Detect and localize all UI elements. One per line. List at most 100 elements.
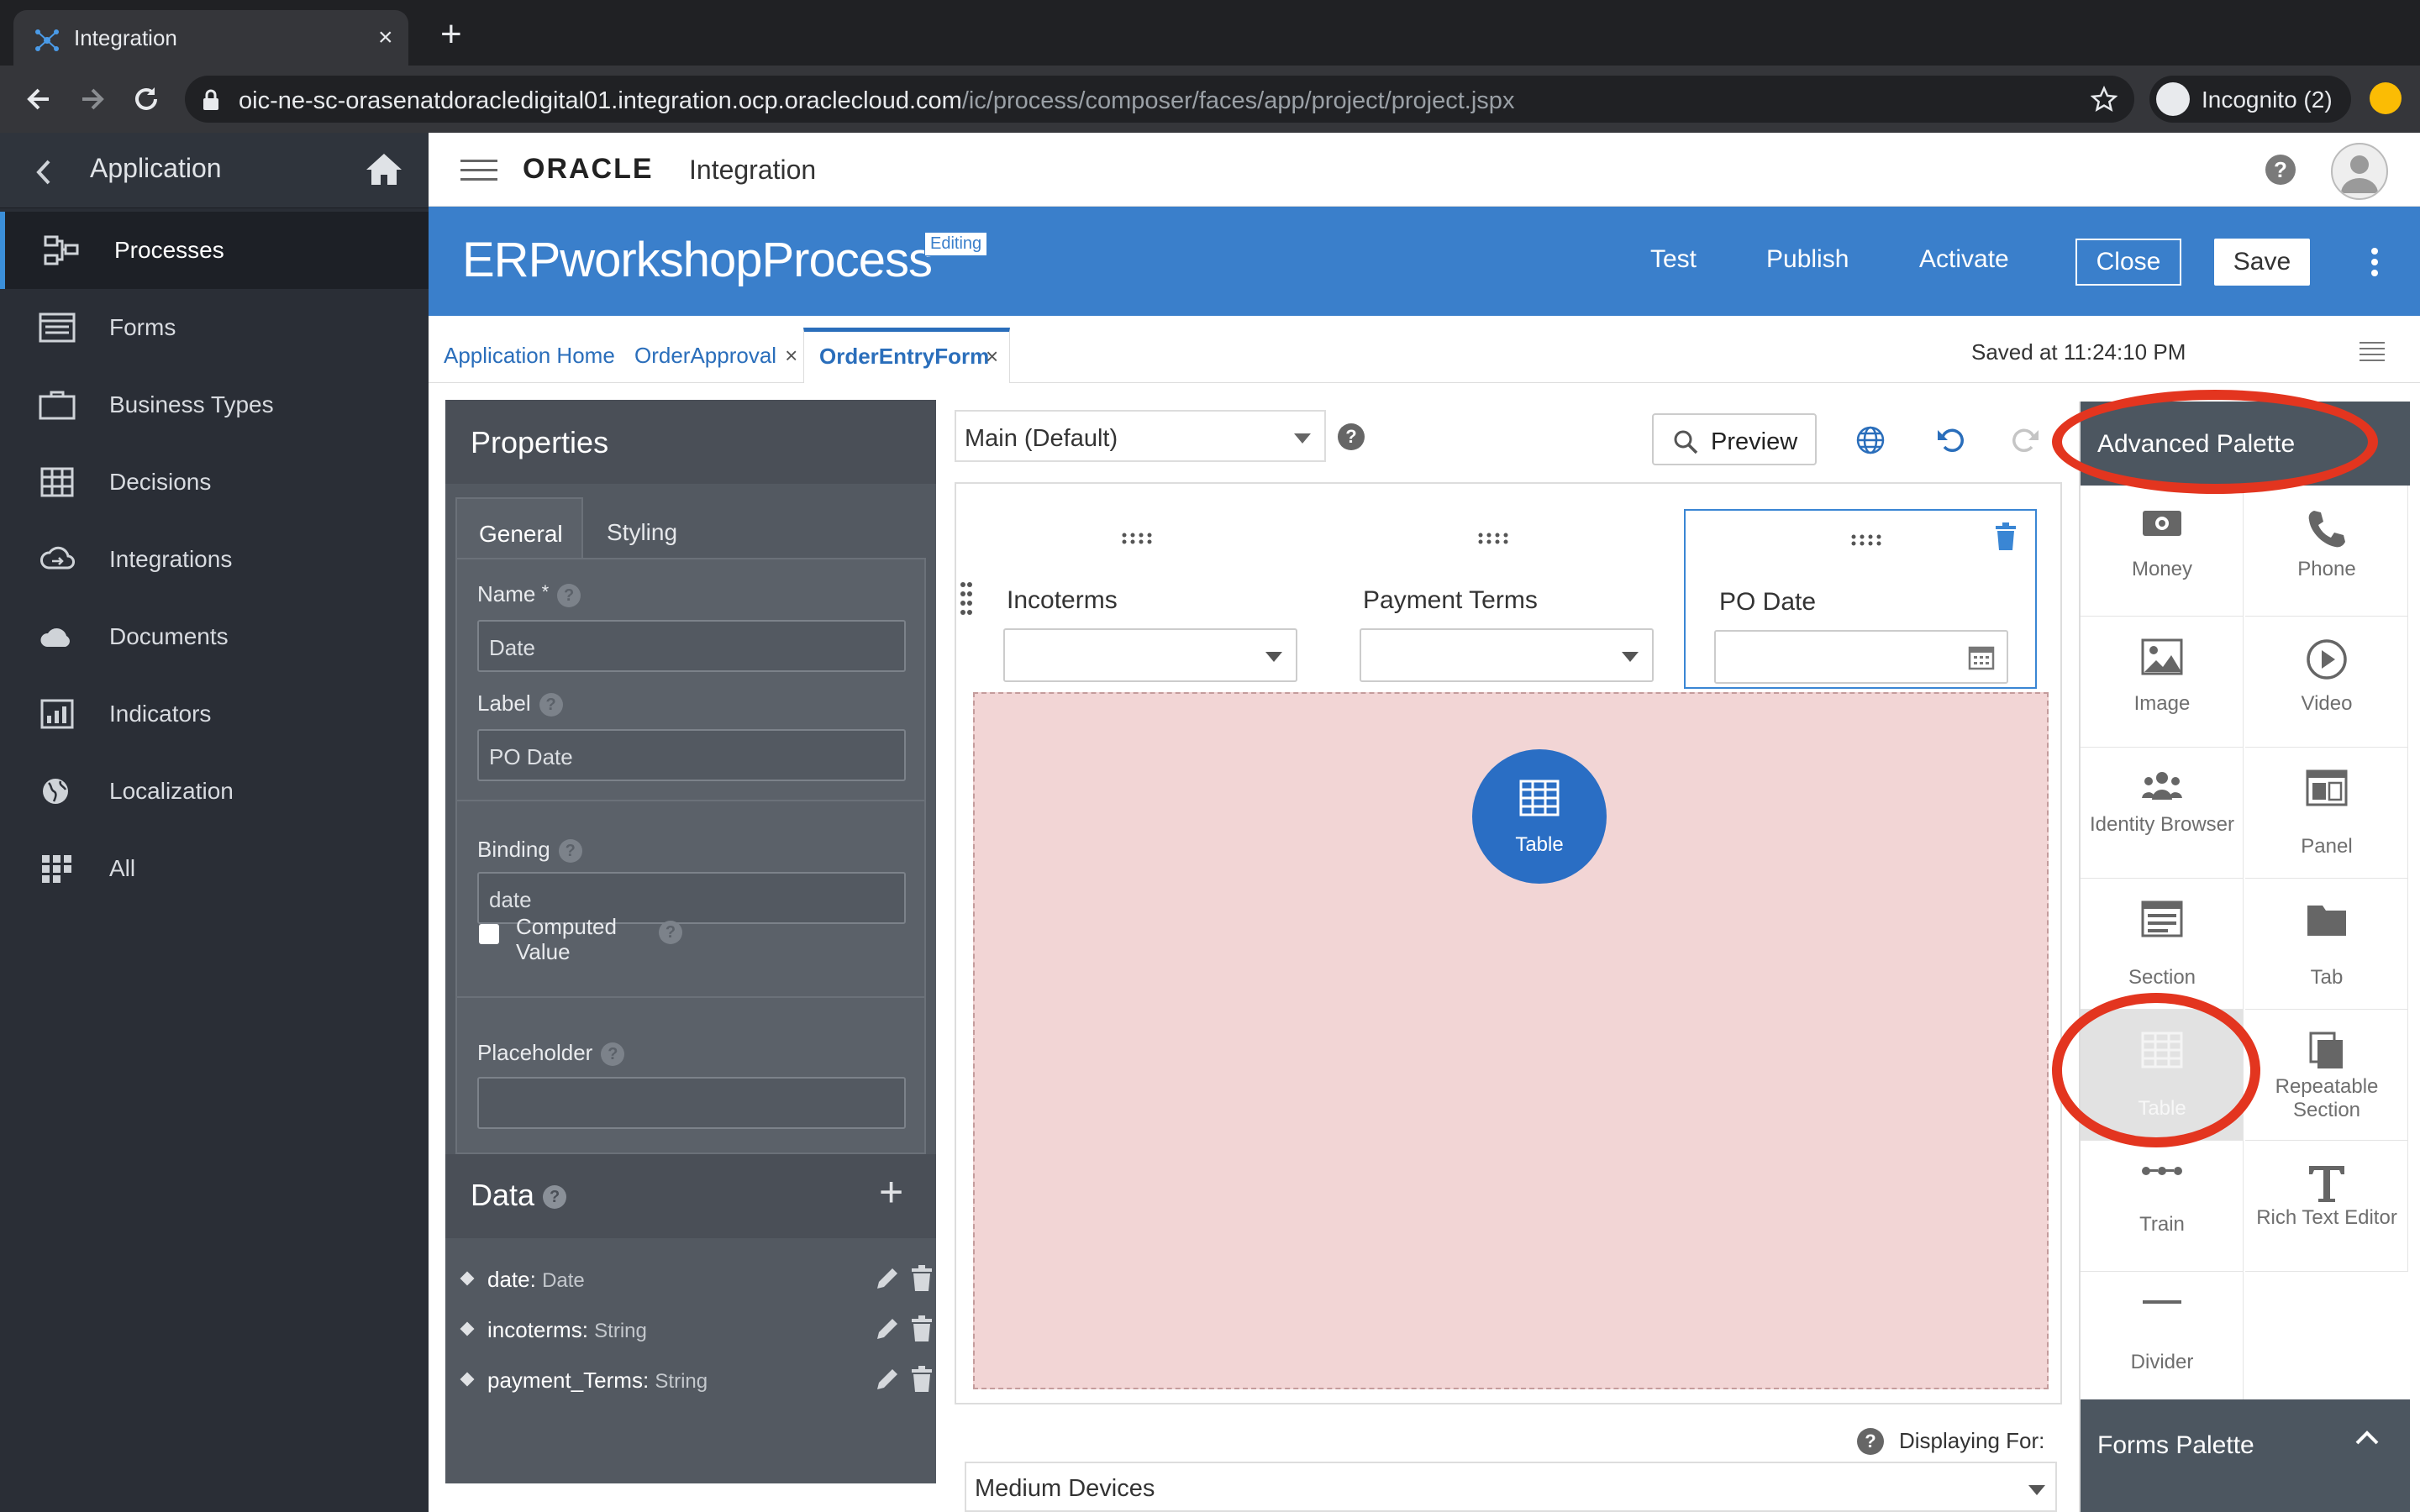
palette-item-divider[interactable]: Divider	[2081, 1272, 2244, 1403]
close-tab-icon[interactable]: ×	[785, 343, 797, 368]
trash-icon[interactable]	[911, 1315, 933, 1342]
tab-orderentryform[interactable]: OrderEntryForm ×	[803, 328, 1010, 383]
po-date-input[interactable]	[1714, 630, 2008, 684]
drag-handle-icon[interactable]	[1477, 533, 1511, 544]
palette-item-rich-text-editor[interactable]: Rich Text Editor	[2245, 1141, 2408, 1272]
calendar-icon[interactable]	[1968, 643, 1995, 670]
palette-item-tab[interactable]: Tab	[2245, 879, 2408, 1010]
undo-icon[interactable]	[1936, 425, 1966, 452]
edit-pencil-icon[interactable]	[874, 1315, 901, 1342]
trash-icon[interactable]	[911, 1366, 933, 1393]
help-icon[interactable]: ?	[543, 1185, 567, 1210]
globe-icon[interactable]	[1855, 425, 1886, 455]
close-tab-icon[interactable]: ×	[986, 344, 998, 370]
tab-styling[interactable]: Styling	[607, 519, 677, 546]
new-tab-button[interactable]: +	[440, 16, 462, 53]
list-item[interactable]: incoterms: String	[460, 1312, 932, 1354]
table-drag-item[interactable]: Table	[1472, 749, 1607, 884]
palette-item-train[interactable]: Train	[2081, 1141, 2244, 1272]
tab-general[interactable]: General	[455, 497, 583, 559]
browser-tab[interactable]: Integration ×	[13, 10, 408, 66]
name-field[interactable]: Date	[477, 620, 906, 672]
forms-palette-header[interactable]: Forms Palette	[2081, 1399, 2410, 1512]
form-presentation-select[interactable]: Main (Default)	[955, 410, 1326, 462]
device-select[interactable]: Medium Devices	[965, 1462, 2057, 1512]
palette-item-panel[interactable]: Panel	[2245, 748, 2408, 879]
sidebar-item-localization[interactable]: Localization	[0, 753, 429, 830]
sidebar-item-integrations[interactable]: Integrations	[0, 521, 429, 598]
payment-terms-field[interactable]: Payment Terms	[1313, 509, 1665, 689]
sidebar-item-decisions[interactable]: Decisions	[0, 444, 429, 521]
close-tab-icon[interactable]: ×	[378, 25, 393, 50]
palette-item-identity-browser[interactable]: Identity Browser	[2081, 748, 2244, 879]
publish-button[interactable]: Publish	[1766, 245, 1849, 274]
edit-pencil-icon[interactable]	[874, 1265, 901, 1292]
palette-item-section[interactable]: Section	[2081, 879, 2244, 1010]
more-options-icon[interactable]	[2370, 247, 2380, 277]
incoterms-select[interactable]	[1003, 628, 1297, 682]
help-icon[interactable]: ?	[558, 839, 582, 864]
help-icon[interactable]: ?	[601, 1042, 625, 1067]
profile-icon[interactable]	[2370, 82, 2402, 114]
avatar[interactable]	[2331, 143, 2388, 200]
properties-panel: Properties General Styling Name *? Date …	[445, 400, 936, 1483]
chevron-up-icon[interactable]	[2354, 1430, 2380, 1446]
palette-item-image[interactable]: Image	[2081, 617, 2244, 748]
address-bar[interactable]: oic-ne-sc-orasenatdoracledigital01.integ…	[185, 76, 2134, 123]
forward-arrow-icon[interactable]	[76, 82, 109, 116]
tab-application-home[interactable]: Application Home	[444, 343, 615, 369]
incoterms-field[interactable]: Incoterms	[956, 509, 1309, 689]
preview-button[interactable]: Preview	[1652, 413, 1817, 465]
placeholder-field[interactable]	[477, 1077, 906, 1129]
sidebar-item-documents[interactable]: Documents	[0, 598, 429, 675]
home-icon[interactable]	[365, 151, 403, 186]
palette-item-repeatable-section[interactable]: Repeatable Section	[2245, 1010, 2408, 1141]
drag-handle-icon[interactable]	[1850, 534, 1884, 546]
reload-icon[interactable]	[129, 82, 163, 116]
sidebar-item-forms[interactable]: Forms	[0, 289, 429, 366]
hamburger-menu-icon[interactable]	[460, 158, 497, 183]
add-data-button[interactable]: +	[879, 1171, 903, 1213]
help-icon[interactable]: ?	[539, 693, 563, 717]
drop-zone[interactable]: Table	[973, 692, 2049, 1389]
edit-pencil-icon[interactable]	[874, 1366, 901, 1393]
palette-item-phone[interactable]: Phone	[2245, 486, 2408, 617]
save-button[interactable]: Save	[2214, 239, 2310, 286]
help-icon[interactable]: ?	[2265, 155, 2296, 185]
incognito-indicator[interactable]: Incognito (2)	[2149, 76, 2351, 123]
help-icon[interactable]: ?	[1338, 423, 1365, 450]
field-label: PO Date	[1719, 588, 1817, 616]
activate-button[interactable]: Activate	[1919, 245, 2009, 274]
drag-handle-icon[interactable]	[1121, 533, 1155, 544]
divider	[457, 800, 924, 801]
sidebar-item-business-types[interactable]: Business Types	[0, 366, 429, 444]
palette-item-video[interactable]: Video	[2245, 617, 2408, 748]
back-chevron-icon[interactable]	[34, 158, 54, 186]
list-item[interactable]: payment_Terms: String	[460, 1362, 932, 1404]
close-button[interactable]: Close	[2075, 239, 2181, 286]
bookmark-star-icon[interactable]	[2091, 86, 2118, 113]
label-value: PO Date	[489, 744, 573, 769]
sidebar-item-all[interactable]: All	[0, 830, 429, 907]
test-button[interactable]: Test	[1650, 245, 1697, 274]
po-date-field[interactable]: PO Date	[1684, 509, 2037, 689]
list-menu-icon[interactable]	[2360, 341, 2385, 361]
tab-orderapproval[interactable]: OrderApproval ×	[634, 343, 797, 369]
trash-icon[interactable]	[911, 1265, 933, 1292]
sidebar-item-processes[interactable]: Processes	[0, 212, 429, 289]
help-icon[interactable]: ?	[659, 921, 682, 944]
displaying-for-label: Displaying For:	[1899, 1428, 2045, 1453]
computed-value-checkbox[interactable]	[479, 924, 499, 944]
help-icon[interactable]: ?	[1857, 1428, 1884, 1455]
palette-item-money[interactable]: Money	[2081, 486, 2244, 617]
label-field[interactable]: PO Date	[477, 729, 906, 781]
redo-icon[interactable]	[2010, 425, 2040, 452]
payment-terms-select[interactable]	[1360, 628, 1654, 682]
back-arrow-icon[interactable]	[22, 82, 55, 116]
list-item[interactable]: date: Date	[460, 1262, 932, 1304]
annotation-circle	[2052, 390, 2378, 494]
sidebar-item-indicators[interactable]: Indicators	[0, 675, 429, 753]
placeholder-label: Placeholder?	[477, 1040, 625, 1067]
help-icon[interactable]: ?	[557, 584, 581, 608]
trash-icon[interactable]	[1995, 522, 2017, 551]
